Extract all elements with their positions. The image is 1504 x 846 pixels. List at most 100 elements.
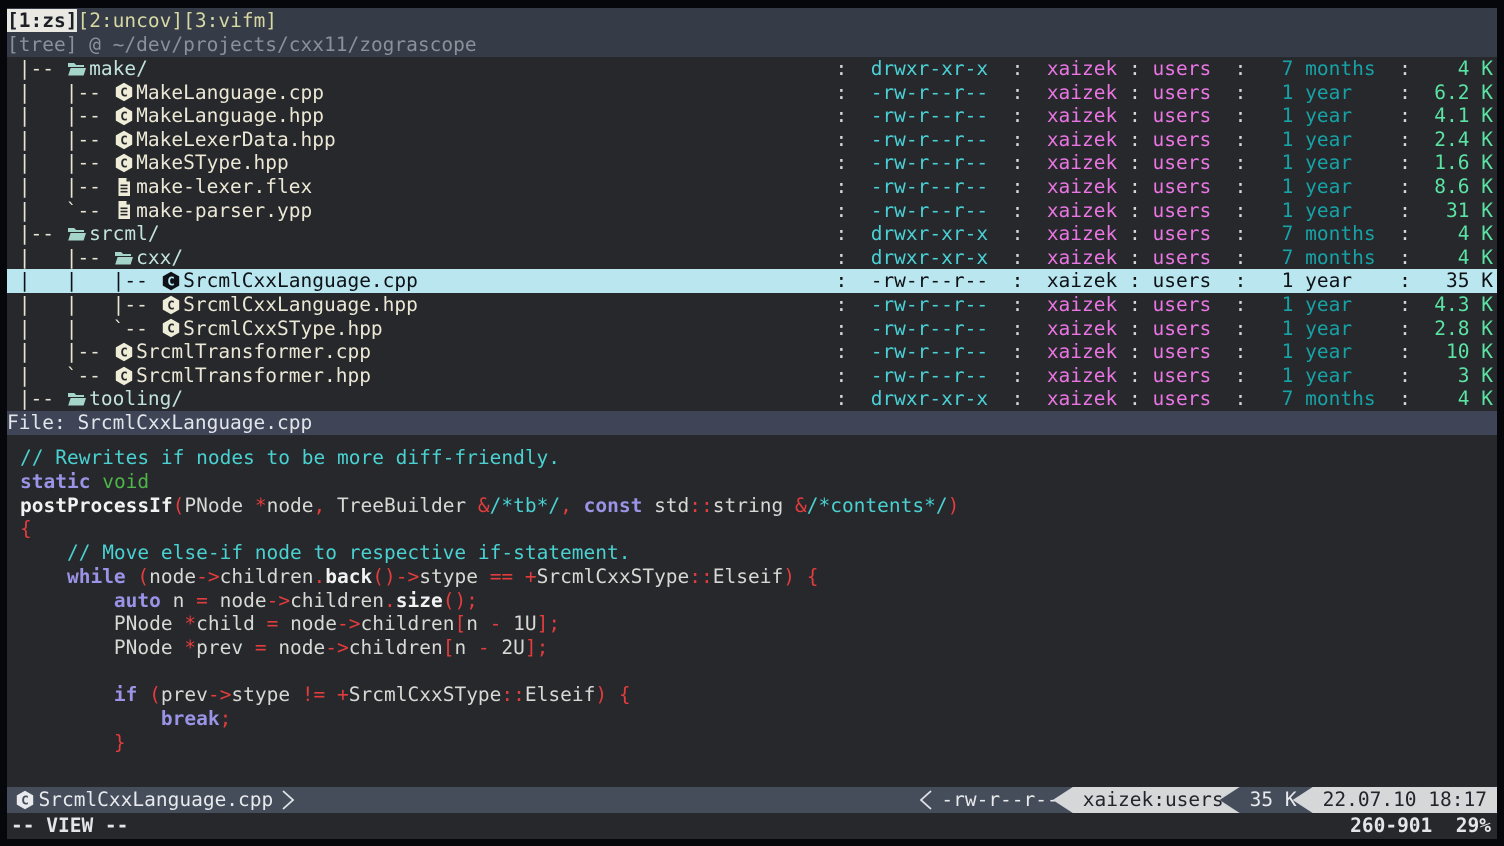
- code-line: static void: [20, 470, 1497, 494]
- file-row-MakeLanguage-cpp[interactable]: | |-- C MakeLanguage.cpp: -rw-r--r-- : x…: [7, 81, 1497, 105]
- file-owner: xaizek: [1047, 364, 1117, 387]
- tmux-status-bar: [1:zs][2:uncov][3:vifm]: [7, 8, 1497, 33]
- file-attributes: : drwxr-xr-x : xaizek : users : 7 months…: [835, 57, 1493, 81]
- code-line: PNode *prev = node->children[n - 2U];: [20, 636, 1497, 660]
- file-owner: xaizek: [1047, 128, 1117, 151]
- preview-header: File: SrcmlCxxLanguage.cpp: [7, 411, 1497, 436]
- file-permissions: -rw-r--r--: [871, 128, 988, 151]
- file-permissions: drwxr-xr-x: [871, 246, 988, 269]
- file-group: users: [1153, 340, 1212, 363]
- file-group: users: [1153, 387, 1212, 410]
- file-row-srcml-[interactable]: |-- srcml/: drwxr-xr-x : xaizek : users …: [7, 222, 1497, 246]
- tree-branch: | |--: [7, 81, 113, 105]
- file-row-make-[interactable]: |-- make/: drwxr-xr-x : xaizek : users :…: [7, 57, 1497, 81]
- file-age: 7 months: [1282, 387, 1399, 410]
- svg-text:C: C: [121, 344, 129, 359]
- file-size: 8.6 K: [1434, 175, 1493, 198]
- file-row-make-parser-ypp[interactable]: | `-- make-parser.ypp: -rw-r--r-- : xaiz…: [7, 199, 1497, 223]
- file-age: 7 months: [1282, 57, 1399, 80]
- cpp-icon: C: [160, 271, 183, 291]
- file-permissions: -rw-r--r--: [871, 175, 988, 198]
- file-row-MakeSType-hpp[interactable]: | |-- C MakeSType.hpp: -rw-r--r-- : xaiz…: [7, 151, 1497, 175]
- file-owner: xaizek: [1047, 175, 1117, 198]
- svg-text:C: C: [121, 368, 129, 383]
- file-name: make-lexer.flex: [136, 175, 312, 199]
- file-owner: xaizek: [1047, 57, 1117, 80]
- code-line: if (prev->stype != +SrcmlCxxSType::Elsei…: [20, 683, 1497, 707]
- file-row-MakeLexerData-hpp[interactable]: | |-- C MakeLexerData.hpp: -rw-r--r-- : …: [7, 128, 1497, 152]
- file-age: 1 year: [1282, 269, 1399, 292]
- file-age: 1 year: [1282, 128, 1399, 151]
- file-row-SrcmlCxxLanguage-cpp[interactable]: | | |-- C SrcmlCxxLanguage.cpp: -rw-r--r…: [7, 269, 1497, 293]
- file-attributes: : -rw-r--r-- : xaizek : users : 1 year :…: [835, 317, 1493, 341]
- file-attributes: : drwxr-xr-x : xaizek : users : 7 months…: [835, 222, 1493, 246]
- tmux-window--2-uncov-[interactable]: [2:uncov]: [77, 9, 183, 33]
- file-name: MakeSType.hpp: [136, 151, 289, 175]
- code-line: // Move else-if node to respective if-st…: [20, 541, 1497, 565]
- file-group: users: [1153, 293, 1212, 316]
- file-name: SrcmlCxxLanguage.hpp: [183, 293, 418, 317]
- file-age: 1 year: [1282, 364, 1399, 387]
- file-name: SrcmlCxxSType.hpp: [183, 317, 383, 341]
- file-size: 4.1 K: [1434, 104, 1493, 127]
- terminal-frame: [1:zs][2:uncov][3:vifm] [tree] @ ~/dev/p…: [0, 0, 1504, 846]
- file-group: users: [1153, 199, 1212, 222]
- statusbar-modified: 22.07.10 18:17: [1293, 787, 1497, 813]
- code-line: }: [20, 731, 1497, 755]
- doc-icon: [113, 200, 136, 220]
- file-name: make-parser.ypp: [136, 199, 312, 223]
- file-size: 31 K: [1434, 199, 1493, 222]
- file-row-SrcmlCxxSType-hpp[interactable]: | | `-- C SrcmlCxxSType.hpp: -rw-r--r-- …: [7, 317, 1497, 341]
- file-row-MakeLanguage-hpp[interactable]: | |-- C MakeLanguage.hpp: -rw-r--r-- : x…: [7, 104, 1497, 128]
- file-row-SrcmlTransformer-hpp[interactable]: | `-- C SrcmlTransformer.hpp: -rw-r--r--…: [7, 364, 1497, 388]
- file-attributes: : -rw-r--r-- : xaizek : users : 1 year :…: [835, 269, 1493, 293]
- code-line: auto n = node->children.size();: [20, 589, 1497, 613]
- cpp-icon: C: [113, 366, 136, 386]
- tree-branch: | | |--: [7, 269, 160, 293]
- file-row-SrcmlTransformer-cpp[interactable]: | |-- C SrcmlTransformer.cpp: -rw-r--r--…: [7, 340, 1497, 364]
- file-attributes: : -rw-r--r-- : xaizek : users : 1 year :…: [835, 199, 1493, 223]
- file-owner: xaizek: [1047, 293, 1117, 316]
- file-size: 4 K: [1434, 57, 1493, 80]
- file-group: users: [1153, 364, 1212, 387]
- statusbar-filename: SrcmlCxxLanguage.cpp: [38, 788, 273, 812]
- tree-branch: | `--: [7, 364, 113, 388]
- folder-icon: [66, 389, 89, 409]
- cpp-icon: C: [113, 342, 136, 362]
- file-age: 7 months: [1282, 222, 1399, 245]
- file-group: users: [1153, 151, 1212, 174]
- file-age: 7 months: [1282, 246, 1399, 269]
- file-permissions: -rw-r--r--: [871, 104, 988, 127]
- file-size: 3 K: [1434, 364, 1493, 387]
- file-row-tooling-[interactable]: |-- tooling/: drwxr-xr-x : xaizek : user…: [7, 387, 1497, 411]
- file-attributes: : -rw-r--r-- : xaizek : users : 1 year :…: [835, 364, 1493, 388]
- file-attributes: : -rw-r--r-- : xaizek : users : 1 year :…: [835, 293, 1493, 317]
- statusbar-owner-group: xaizek:users: [1053, 787, 1240, 813]
- file-owner: xaizek: [1047, 151, 1117, 174]
- tree-branch: |--: [7, 222, 66, 246]
- file-preview-pane[interactable]: // Rewrites if nodes to be more diff-fri…: [7, 435, 1497, 787]
- file-attributes: : -rw-r--r-- : xaizek : users : 1 year :…: [835, 175, 1493, 199]
- svg-text:C: C: [21, 792, 29, 807]
- file-row-cxx-[interactable]: | |-- cxx/: drwxr-xr-x : xaizek : users …: [7, 246, 1497, 270]
- tmux-window--3-vifm-[interactable]: [3:vifm]: [183, 9, 277, 33]
- code-line: PNode *child = node->children[n - 1U];: [20, 612, 1497, 636]
- file-size: 1.6 K: [1434, 151, 1493, 174]
- file-name: SrcmlTransformer.cpp: [136, 340, 371, 364]
- file-attributes: : -rw-r--r-- : xaizek : users : 1 year :…: [835, 151, 1493, 175]
- file-age: 1 year: [1282, 293, 1399, 316]
- file-owner: xaizek: [1047, 246, 1117, 269]
- mode-indicator: -- VIEW --: [11, 814, 128, 838]
- file-row-SrcmlCxxLanguage-hpp[interactable]: | | |-- C SrcmlCxxLanguage.hpp: -rw-r--r…: [7, 293, 1497, 317]
- file-size: 35 K: [1434, 269, 1493, 292]
- tree-branch: | | `--: [7, 317, 160, 341]
- file-size: 4 K: [1434, 387, 1493, 410]
- file-age: 1 year: [1282, 175, 1399, 198]
- tree-branch: | |--: [7, 175, 113, 199]
- file-row-make-lexer-flex[interactable]: | |-- make-lexer.flex : -rw-r--r-- : xaiz…: [7, 175, 1497, 199]
- file-owner: xaizek: [1047, 387, 1117, 410]
- cpp-icon: C: [113, 106, 136, 126]
- tmux-window--1-zs-[interactable]: [1:zs]: [7, 9, 77, 33]
- line-range: 260-901: [1350, 814, 1432, 838]
- tree-branch: | |--: [7, 104, 113, 128]
